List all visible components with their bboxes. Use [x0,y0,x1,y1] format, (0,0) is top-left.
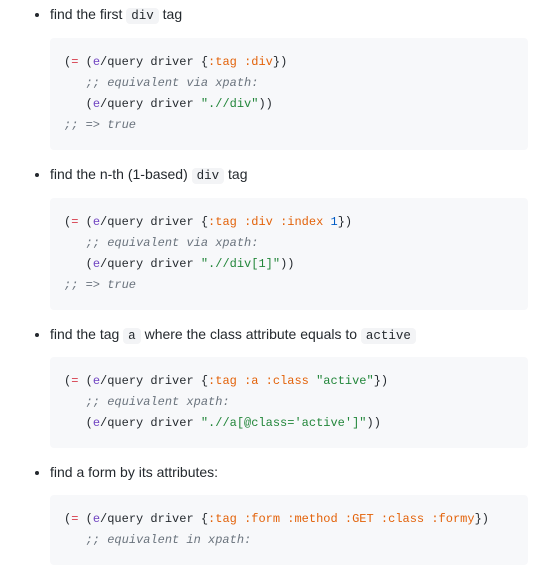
list-item: find a form by its attributes: (= (e/que… [50,462,522,565]
code-block[interactable]: (= (e/query driver {:tag :div}) ;; equiv… [50,38,528,150]
code-block[interactable]: (= (e/query driver {:tag :div :index 1})… [50,198,528,310]
desc-text: find a form by its attributes: [50,464,218,480]
desc-text: tag [224,166,247,182]
item-description: find the first div tag [50,4,522,26]
item-description: find the tag a where the class attribute… [50,324,522,346]
desc-text: tag [159,6,182,22]
list-item: find the first div tag (= (e/query drive… [50,4,522,150]
desc-text: where the class attribute equals to [141,326,361,342]
item-description: find the n-th (1-based) div tag [50,164,522,186]
list-item: find the n-th (1-based) div tag (= (e/qu… [50,164,522,310]
inline-code: div [192,168,225,184]
list-item: find the tag a where the class attribute… [50,324,522,449]
inline-code: active [361,328,416,344]
desc-text: find the first [50,6,126,22]
inline-code: a [123,328,141,344]
example-list: find the first div tag (= (e/query drive… [0,4,538,565]
code-block[interactable]: (= (e/query driver {:tag :a :class "acti… [50,357,528,448]
inline-code: div [126,8,159,24]
page-root: find the first div tag (= (e/query drive… [0,0,538,587]
code-block[interactable]: (= (e/query driver {:tag :form :method :… [50,495,528,565]
item-description: find a form by its attributes: [50,462,522,483]
desc-text: find the n-th (1-based) [50,166,192,182]
desc-text: find the tag [50,326,123,342]
